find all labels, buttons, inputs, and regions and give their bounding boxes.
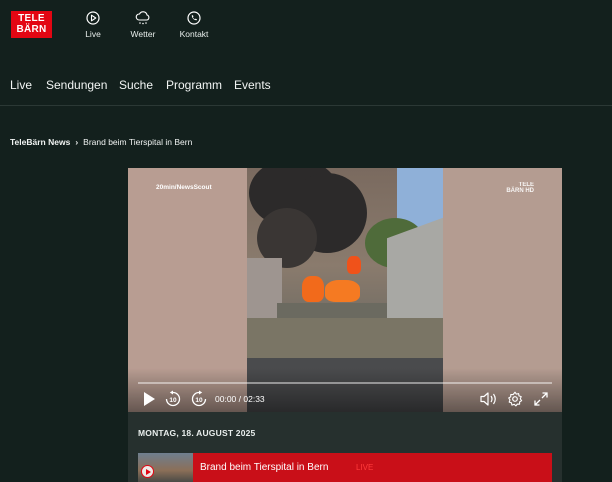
- playlist-thumbnail: [138, 453, 193, 482]
- nav-live[interactable]: Live: [10, 78, 32, 92]
- playlist-item-title: Brand beim Tierspital in Bern: [200, 462, 329, 473]
- fullscreen-button[interactable]: [532, 390, 550, 408]
- nav-suche[interactable]: Suche: [119, 78, 153, 92]
- topnav-weather-label: Wetter: [130, 29, 156, 39]
- svg-text:10: 10: [195, 397, 203, 404]
- topnav-live-label: Live: [85, 29, 101, 39]
- volume-icon: [480, 392, 496, 406]
- rewind-10-button[interactable]: 10: [164, 390, 182, 408]
- settings-button[interactable]: [506, 390, 524, 408]
- video-info-panel: MONTAG, 18. AUGUST 2025 Brand beim Tiers…: [128, 412, 562, 482]
- channel-watermark-logo: TELE BÄRN HD: [506, 182, 534, 194]
- breadcrumb-root[interactable]: TeleBärn News: [10, 137, 70, 147]
- nav-programm[interactable]: Programm: [166, 78, 222, 92]
- svg-text:10: 10: [169, 397, 177, 404]
- duration: 02:33: [243, 394, 265, 404]
- settings-gear-icon: [508, 391, 523, 407]
- source-watermark: 20min/NewsScout: [156, 184, 212, 191]
- forward-10-icon: 10: [191, 390, 207, 407]
- telebaern-logo[interactable]: TELE BÄRN: [11, 11, 52, 38]
- fullscreen-icon: [534, 392, 548, 406]
- logo-line1: TELE: [18, 13, 45, 24]
- current-time: 00:00: [215, 394, 237, 404]
- header: TELE BÄRN Live Wetter Kontakt: [0, 0, 612, 56]
- topnav-contact[interactable]: Kontakt: [169, 11, 219, 39]
- progress-bar[interactable]: [138, 382, 552, 384]
- rewind-10-icon: 10: [165, 390, 181, 407]
- breadcrumb: TeleBärn News › Brand beim Tierspital in B…: [10, 137, 192, 147]
- volume-button[interactable]: [479, 390, 499, 408]
- phone-icon: [187, 11, 201, 25]
- chevron-right-icon: ›: [75, 137, 79, 147]
- topnav-contact-label: Kontakt: [179, 29, 209, 39]
- playlist-item[interactable]: Brand beim Tierspital in Bern LIVE: [138, 453, 552, 482]
- play-button[interactable]: [140, 390, 158, 408]
- weather-cloud-icon: [135, 11, 150, 25]
- time-display: 00:00 / 02:33: [215, 394, 265, 404]
- logo-line2: BÄRN: [16, 24, 47, 35]
- video-player[interactable]: 20min/NewsScout TELE BÄRN HD 10 10 00:00…: [128, 168, 562, 412]
- play-circle-icon: [86, 11, 100, 25]
- topnav-live[interactable]: Live: [68, 11, 118, 39]
- video-date: MONTAG, 18. AUGUST 2025: [138, 428, 256, 438]
- nav-sendungen[interactable]: Sendungen: [46, 78, 107, 92]
- breadcrumb-current: Brand beim Tierspital in Bern: [83, 137, 193, 147]
- play-circle-icon: [141, 465, 154, 478]
- forward-10-button[interactable]: 10: [190, 390, 208, 408]
- nav-events[interactable]: Events: [234, 78, 271, 92]
- play-icon: [144, 392, 155, 406]
- live-badge: LIVE: [356, 463, 374, 472]
- main-navigation: Live Sendungen Suche Programm Events: [0, 70, 612, 106]
- topnav-weather[interactable]: Wetter: [118, 11, 168, 39]
